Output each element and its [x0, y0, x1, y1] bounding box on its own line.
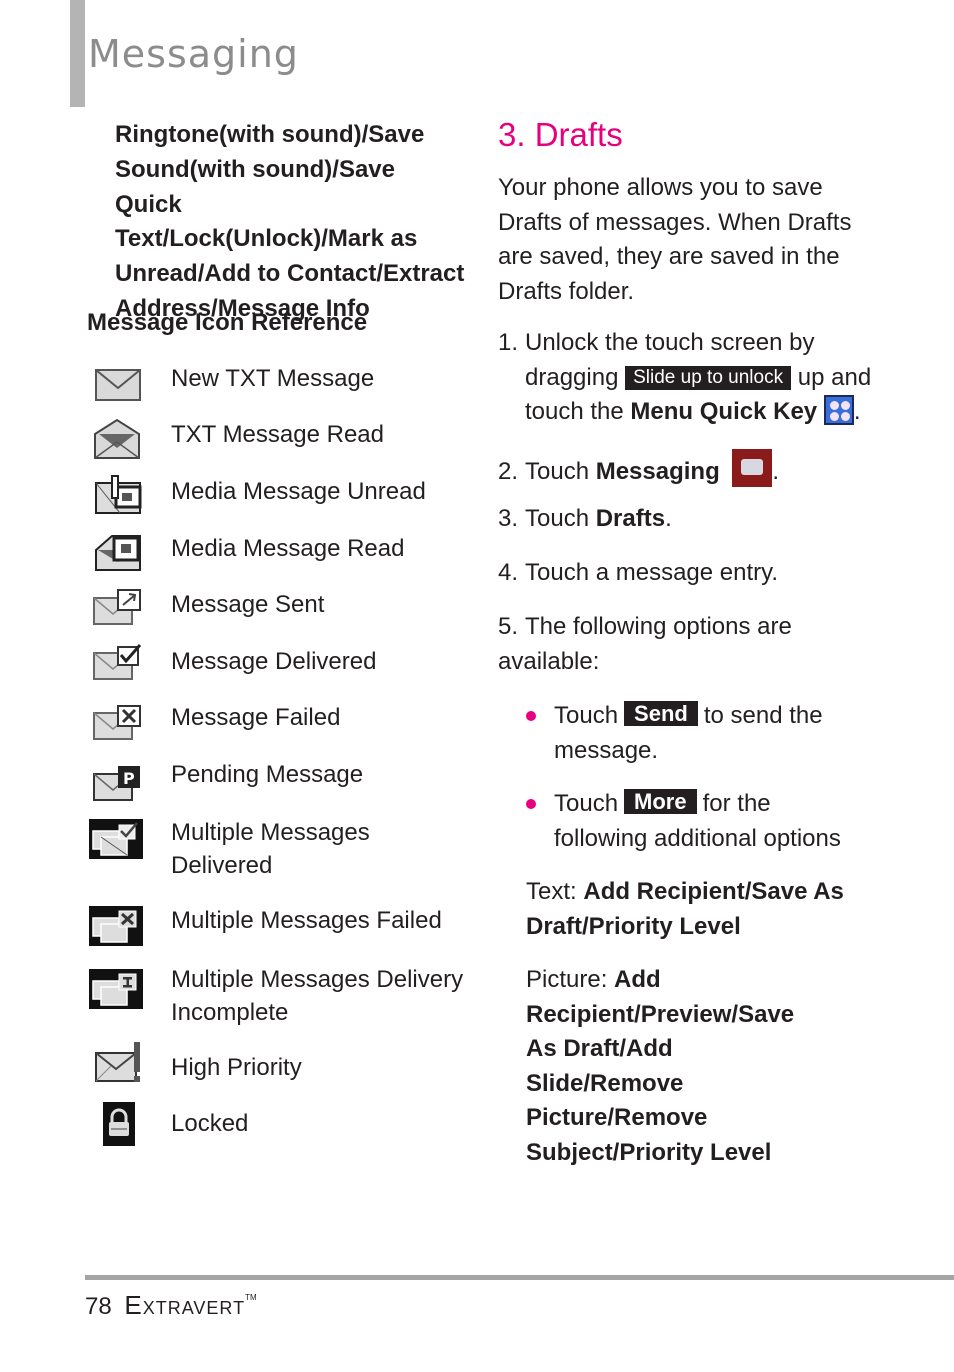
icon-label: New TXT Message: [171, 365, 375, 392]
icon-label: Pending Message: [171, 761, 364, 788]
icon-label: Media Message Unread: [171, 478, 426, 505]
icon-label: Message Delivered: [171, 648, 377, 675]
brand-name: Extravert: [124, 1290, 246, 1320]
bullet-send: Touch Send to send the message.: [526, 698, 886, 768]
trademark-mark: TM: [245, 1293, 257, 1302]
high-priority-icon: [95, 1042, 140, 1082]
send-button-chip: Send: [624, 701, 698, 726]
bullet-dot-icon: [526, 711, 536, 721]
svg-text:P: P: [123, 769, 135, 788]
picture-options-label: Picture:: [526, 966, 608, 993]
message-options-list: Ringtone(with sound)/Save Sound(with sou…: [115, 118, 465, 327]
step-1: 1. Unlock the touch screen by dragging Sl…: [498, 326, 888, 430]
bullet-dot-icon: [526, 799, 536, 809]
messaging-label: Messaging: [595, 458, 720, 485]
messaging-icon: [732, 449, 773, 487]
step-text-dragging: dragging: [525, 363, 619, 391]
more-button-chip: More: [624, 789, 697, 814]
pending-message-icon: P: [93, 766, 140, 801]
bullet-more: Touch More for the following additional op…: [526, 786, 856, 856]
icon-label: Multiple Messages Failed: [171, 907, 442, 934]
punctuation: .: [665, 505, 672, 532]
icon-label: Multiple Messages Delivered: [171, 819, 370, 879]
step-text: Touch a message entry.: [525, 559, 779, 586]
intro-paragraph: Your phone allows you to save Drafts of …: [498, 174, 852, 305]
icon-label: High Priority: [171, 1054, 302, 1081]
options-line: Ringtone(with sound)/Save: [115, 121, 425, 148]
icon-label: Locked: [171, 1110, 249, 1137]
step-4: 4. Touch a message entry.: [498, 556, 888, 591]
message-delivered-icon: [93, 644, 142, 680]
text-options: Text: Add Recipient/Save As Draft/Priori…: [526, 875, 846, 944]
icon-label: Media Message Read: [171, 535, 405, 562]
options-line: Text/Lock(Unlock)/Mark as: [115, 225, 418, 253]
text-options-label: Text:: [526, 878, 577, 905]
options-line: Unread/Add to Contact/Extract: [115, 260, 465, 288]
lock-icon: [103, 1102, 135, 1146]
section-title: 3. Drafts: [498, 116, 623, 153]
media-envelope-read-icon: [95, 535, 141, 571]
menu-quick-key-label: Menu Quick Key: [630, 398, 818, 425]
step-text: Touch: [525, 505, 590, 532]
envelope-closed-icon: [95, 369, 141, 401]
step-text: Unlock the touch screen by: [525, 329, 815, 356]
icon-reference-title: Message Icon Reference: [87, 309, 368, 336]
menu-quick-key-icon: [823, 395, 854, 425]
envelope-open-icon: [94, 418, 140, 459]
step-5: 5. The following options are available:: [498, 610, 798, 679]
step-number: 5.: [498, 613, 519, 640]
punctuation: .: [772, 458, 780, 485]
picture-options-value: Add Recipient/Preview/Save As Draft/Add …: [526, 966, 795, 1166]
step-number: 3.: [498, 505, 519, 532]
picture-options: Picture: Add Recipient/Preview/Save As D…: [526, 963, 826, 1171]
punctuation: .: [853, 398, 861, 425]
slide-to-unlock-chip: Slide up to unlock: [625, 365, 792, 390]
step-text: Touch: [525, 458, 590, 485]
footer-rule: [85, 1275, 954, 1280]
step-3: 3. Touch Drafts.: [498, 502, 888, 537]
multiple-incomplete-icon: [89, 969, 143, 1009]
icon-label: Message Failed: [171, 704, 341, 731]
icon-label: Message Sent: [171, 591, 325, 618]
bullet-text: Touch: [554, 702, 619, 729]
footer: 78 ExtravertTM: [85, 1290, 257, 1321]
bullet-text: Touch: [554, 790, 619, 817]
multiple-failed-icon: [89, 906, 143, 946]
icon-label: Multiple Messages Delivery Incomplete: [171, 966, 464, 1026]
drafts-label: Drafts: [595, 505, 666, 532]
step-number: 4.: [498, 559, 519, 586]
page-section-header: Messaging: [88, 32, 299, 76]
step-number: 1.: [498, 329, 519, 356]
step-text: The following options are available:: [498, 613, 792, 675]
header-accent-bar: [70, 0, 85, 107]
options-line: Sound(with sound)/Save Quick: [115, 155, 395, 218]
step-number: 2.: [498, 458, 519, 485]
page-number: 78: [85, 1293, 112, 1320]
message-failed-icon: [93, 705, 141, 740]
step-2: 2. Touch Messaging .: [498, 449, 888, 490]
multiple-delivered-icon: [89, 819, 143, 859]
media-envelope-unread-icon: [95, 475, 142, 514]
icon-label: TXT Message Read: [171, 421, 384, 448]
message-sent-icon: [93, 589, 141, 625]
